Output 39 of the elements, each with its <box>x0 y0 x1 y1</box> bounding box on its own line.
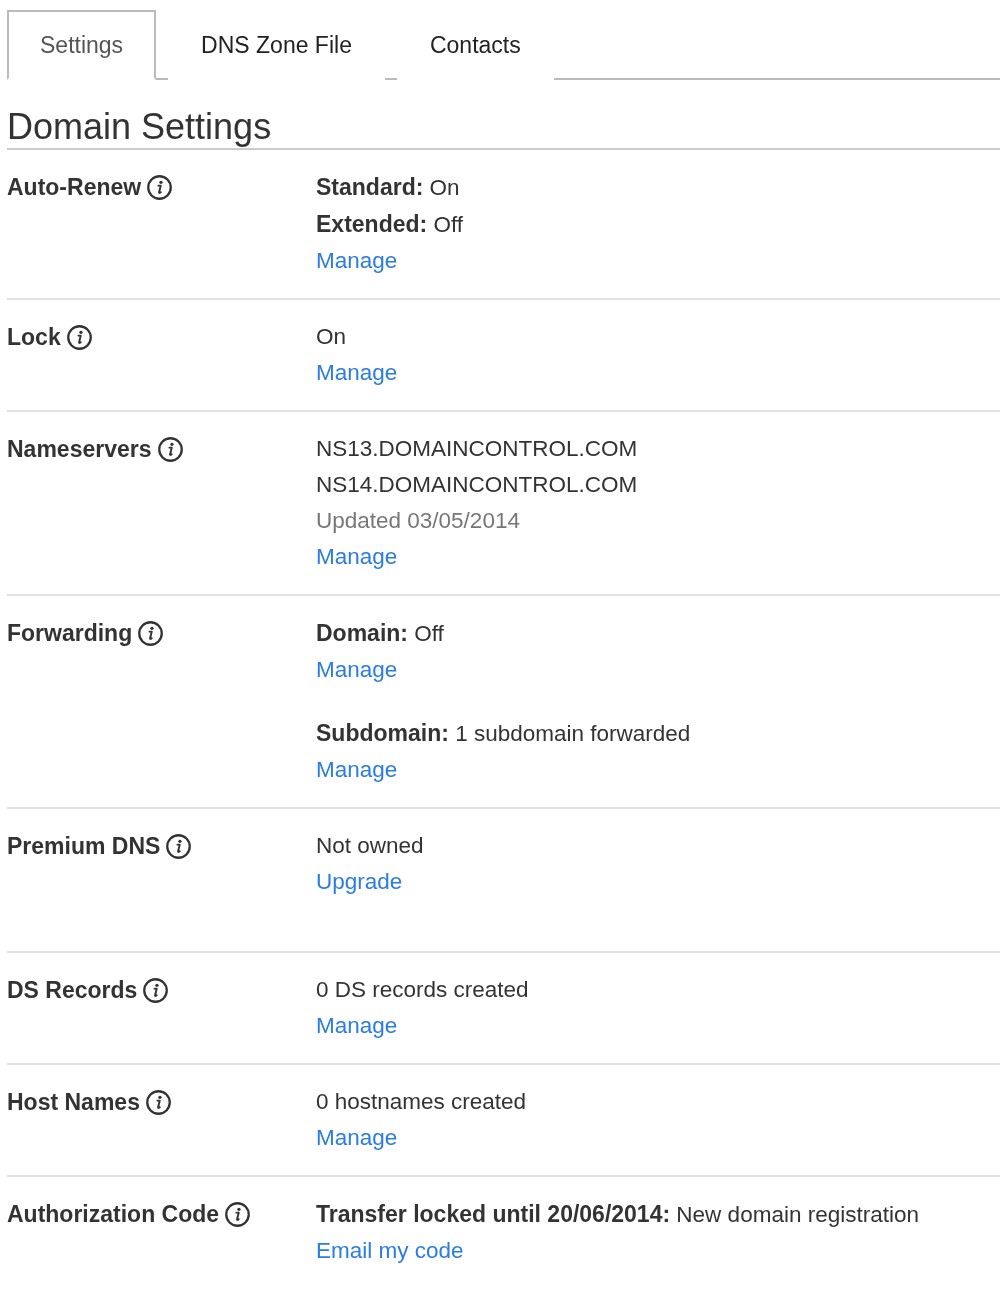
tab[interactable]: Settings <box>7 10 157 80</box>
setting-value: NS14.DOMAINCONTROL.COM <box>316 471 638 499</box>
setting-value: Subdomain: 1 subdomain forwarded <box>316 719 691 748</box>
setting-value: NS13.DOMAINCONTROL.COM <box>316 435 638 463</box>
info-icon[interactable] <box>157 437 183 462</box>
info-icon[interactable] <box>145 1090 171 1115</box>
action-link[interactable]: Manage <box>316 243 398 279</box>
setting-label: DS Records <box>7 976 138 1005</box>
info-icon[interactable] <box>166 834 192 859</box>
setting-value: 0 hostnames created <box>316 1088 527 1116</box>
setting-value: Extended: Off <box>316 210 464 239</box>
setting-label: Auto-Renew <box>7 173 142 202</box>
setting-label: Premium DNS <box>7 832 161 861</box>
setting-value: Domain: Off <box>316 619 444 648</box>
upgrade-link[interactable]: Upgrade <box>316 864 403 900</box>
setting-value: Standard: On <box>316 173 460 202</box>
page-heading: Domain Settings <box>7 106 1000 150</box>
action-link[interactable]: Manage <box>316 752 398 788</box>
setting-value: Not owned <box>316 832 424 860</box>
action-link[interactable]: Manage <box>316 1120 398 1156</box>
setting-label: Host Names <box>7 1088 140 1117</box>
setting-value: Transfer locked until 20/06/2014: New domain registration <box>316 1200 919 1229</box>
info-icon[interactable] <box>138 621 164 646</box>
action-link[interactable]: Manage <box>316 1008 398 1044</box>
setting-label: Forwarding <box>7 619 133 648</box>
info-icon[interactable] <box>147 175 173 200</box>
info-icon[interactable] <box>143 978 169 1003</box>
action-link[interactable]: Email my code <box>316 1233 464 1269</box>
action-link[interactable]: Manage <box>316 355 398 391</box>
setting-note: Updated 03/05/2014 <box>316 507 520 535</box>
setting-value: 0 DS records created <box>316 976 529 1004</box>
action-link[interactable]: Manage <box>316 652 398 688</box>
setting-label: Lock <box>7 323 61 352</box>
action-link[interactable]: Manage <box>316 539 398 575</box>
setting-label: Nameservers <box>7 435 152 464</box>
setting-label: Authorization Code <box>7 1200 220 1229</box>
setting-value: On <box>316 323 346 351</box>
info-icon[interactable] <box>225 1202 251 1227</box>
info-icon[interactable] <box>66 325 92 350</box>
